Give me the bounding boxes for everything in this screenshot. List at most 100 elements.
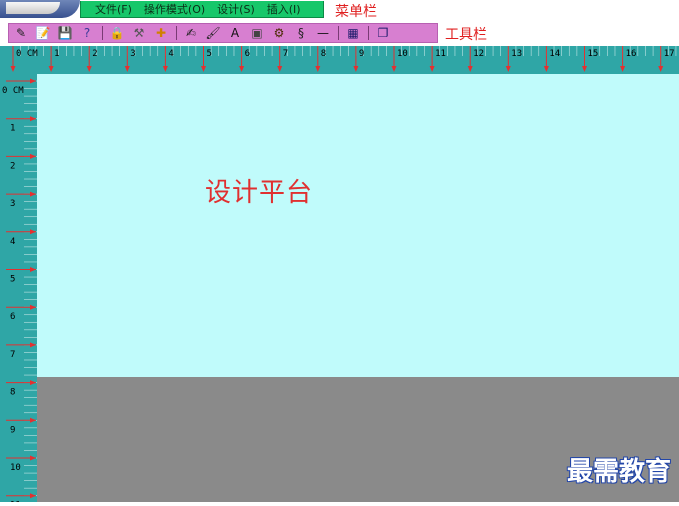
toolbar-button-text[interactable]: A bbox=[226, 25, 244, 41]
ruler-label: 4 bbox=[168, 49, 173, 59]
design-canvas[interactable] bbox=[37, 74, 679, 377]
ruler-label: 8 bbox=[10, 388, 15, 398]
ruler-label: 11 bbox=[435, 49, 446, 59]
toolbar-separator bbox=[176, 26, 177, 40]
ruler-arrow-marker bbox=[30, 153, 36, 159]
ruler-label: 2 bbox=[92, 49, 97, 59]
toolbar-button-save[interactable]: 💾 bbox=[56, 25, 74, 41]
ruler-arrow-marker bbox=[30, 304, 36, 310]
tool-icon: ⚒ bbox=[133, 26, 145, 40]
ruler-arrow-marker bbox=[620, 66, 626, 72]
toolbar-button-edit[interactable]: ✎ bbox=[12, 25, 30, 41]
ruler-label: 5 bbox=[10, 275, 15, 285]
menu-operation-mode[interactable]: 操作模式(O) bbox=[144, 1, 205, 17]
toolbar-separator bbox=[368, 26, 369, 40]
ruler-label: 16 bbox=[626, 49, 637, 59]
save-icon: 💾 bbox=[57, 26, 73, 40]
edit-icon: ✎ bbox=[15, 26, 27, 40]
ruler-label: 7 bbox=[10, 350, 15, 360]
ruler-label: 5 bbox=[207, 49, 212, 59]
help-icon: ? bbox=[83, 26, 91, 40]
brush-icon: 🖌 bbox=[205, 26, 221, 40]
toolbar-button-lock[interactable]: 🔒 bbox=[108, 25, 126, 41]
ruler-label: 12 bbox=[473, 49, 484, 59]
toolbar-button-help[interactable]: ? bbox=[78, 25, 96, 41]
ruler-arrow-marker bbox=[201, 66, 206, 72]
toolbar: ✎ 📝 💾? 🔒 ⚒ ✚ ✍ 🖌 A ▣ ⚙ § — ▦ ❐ bbox=[8, 23, 438, 43]
ruler-arrow-marker bbox=[30, 342, 36, 348]
toolbar-button-table[interactable]: ▦ bbox=[344, 25, 362, 41]
ruler-label: 7 bbox=[283, 49, 288, 59]
pen-tool-icon: ✍ bbox=[185, 26, 197, 40]
ruler-arrow-marker bbox=[353, 66, 359, 72]
app-corner-tab-highlight bbox=[6, 2, 60, 14]
page-icon: ❐ bbox=[377, 26, 389, 40]
design-platform-label: 设计平台 bbox=[205, 178, 314, 208]
ruler-arrow-marker bbox=[30, 417, 36, 423]
ruler-arrow-marker bbox=[30, 267, 36, 272]
vertical-ruler: 0 CM1234567891011 bbox=[0, 74, 37, 506]
toolbar-button-pen-tool[interactable]: ✍ bbox=[182, 25, 200, 41]
lock-icon: 🔒 bbox=[109, 26, 125, 40]
toolbar-button-tool[interactable]: ⚒ bbox=[130, 25, 148, 41]
ruler-label: 0 CM bbox=[16, 49, 38, 59]
toolbar-button-page[interactable]: ❐ bbox=[374, 25, 392, 41]
menu-insert[interactable]: 插入(I) bbox=[267, 1, 301, 17]
toolbar-button-line[interactable]: — bbox=[314, 25, 332, 41]
ruler-arrow-marker bbox=[467, 66, 473, 72]
ruler-label: 0 CM bbox=[2, 86, 24, 96]
ruler-arrow-marker bbox=[30, 229, 36, 235]
ruler-arrow-marker bbox=[658, 66, 664, 72]
toolbar-button-image[interactable]: ▣ bbox=[248, 25, 266, 41]
ruler-label: 15 bbox=[588, 49, 599, 59]
table-icon: ▦ bbox=[347, 26, 359, 40]
ruler-label: 9 bbox=[10, 425, 15, 435]
text-icon: A bbox=[230, 26, 240, 40]
ruler-label: 3 bbox=[130, 49, 135, 59]
ruler-arrow-marker bbox=[30, 455, 36, 461]
ruler-arrow-marker bbox=[429, 66, 435, 72]
ruler-label: 10 bbox=[397, 49, 408, 59]
ruler-arrow-marker bbox=[543, 66, 549, 72]
shape-icon: § bbox=[298, 26, 304, 40]
image-icon: ▣ bbox=[251, 26, 263, 40]
ruler-arrow-marker bbox=[277, 66, 283, 72]
ruler-arrow-marker bbox=[239, 66, 245, 72]
ruler-arrow-marker bbox=[505, 66, 511, 72]
cross-icon: ✚ bbox=[155, 26, 167, 40]
ruler-arrow-marker bbox=[315, 66, 321, 72]
ruler-label: 14 bbox=[549, 49, 560, 59]
toolbar-separator bbox=[102, 26, 103, 40]
ruler-arrow-marker bbox=[10, 66, 16, 72]
toolbar-button-cross[interactable]: ✚ bbox=[152, 25, 170, 41]
vertical-ruler-svg: 0 CM1234567891011 bbox=[2, 78, 37, 506]
ruler-label: 17 bbox=[664, 49, 675, 59]
ruler-label: 1 bbox=[10, 124, 15, 134]
ruler-arrow-marker bbox=[30, 116, 36, 122]
ruler-arrow-marker bbox=[162, 66, 168, 72]
ruler-arrow-marker bbox=[30, 78, 36, 84]
ruler-label: 9 bbox=[359, 49, 364, 59]
ruler-arrow-marker bbox=[86, 66, 92, 72]
toolbar-annotation: 工具栏 bbox=[445, 27, 487, 43]
ruler-arrow-marker bbox=[124, 66, 130, 72]
ruler-label: 6 bbox=[245, 49, 250, 59]
ruler-arrow-marker bbox=[582, 66, 587, 72]
menubar-annotation: 菜单栏 bbox=[335, 4, 377, 20]
horizontal-ruler: 0 CM 1 2 3 4 5 6 7 8 9 10 11 12 13 14 15 16 17 bbox=[0, 46, 679, 74]
toolbar-button-stamp[interactable]: ⚙ bbox=[270, 25, 288, 41]
toolbar-separator bbox=[338, 26, 339, 40]
ruler-label: 1 bbox=[54, 49, 59, 59]
ruler-arrow-marker bbox=[30, 380, 36, 386]
ruler-label: 3 bbox=[10, 199, 15, 209]
toolbar-button-brush[interactable]: 🖌 bbox=[204, 25, 222, 41]
menu-design[interactable]: 设计(S) bbox=[217, 1, 255, 17]
toolbar-button-notes[interactable]: 📝 bbox=[34, 25, 52, 41]
ruler-label: 2 bbox=[10, 161, 15, 171]
toolbar-button-shape[interactable]: § bbox=[292, 25, 310, 41]
ruler-label: 4 bbox=[10, 237, 15, 247]
notes-icon: 📝 bbox=[35, 26, 51, 40]
menu-file[interactable]: 文件(F) bbox=[95, 1, 132, 17]
ruler-label: 8 bbox=[321, 49, 326, 59]
ruler-arrow-marker bbox=[30, 493, 36, 499]
